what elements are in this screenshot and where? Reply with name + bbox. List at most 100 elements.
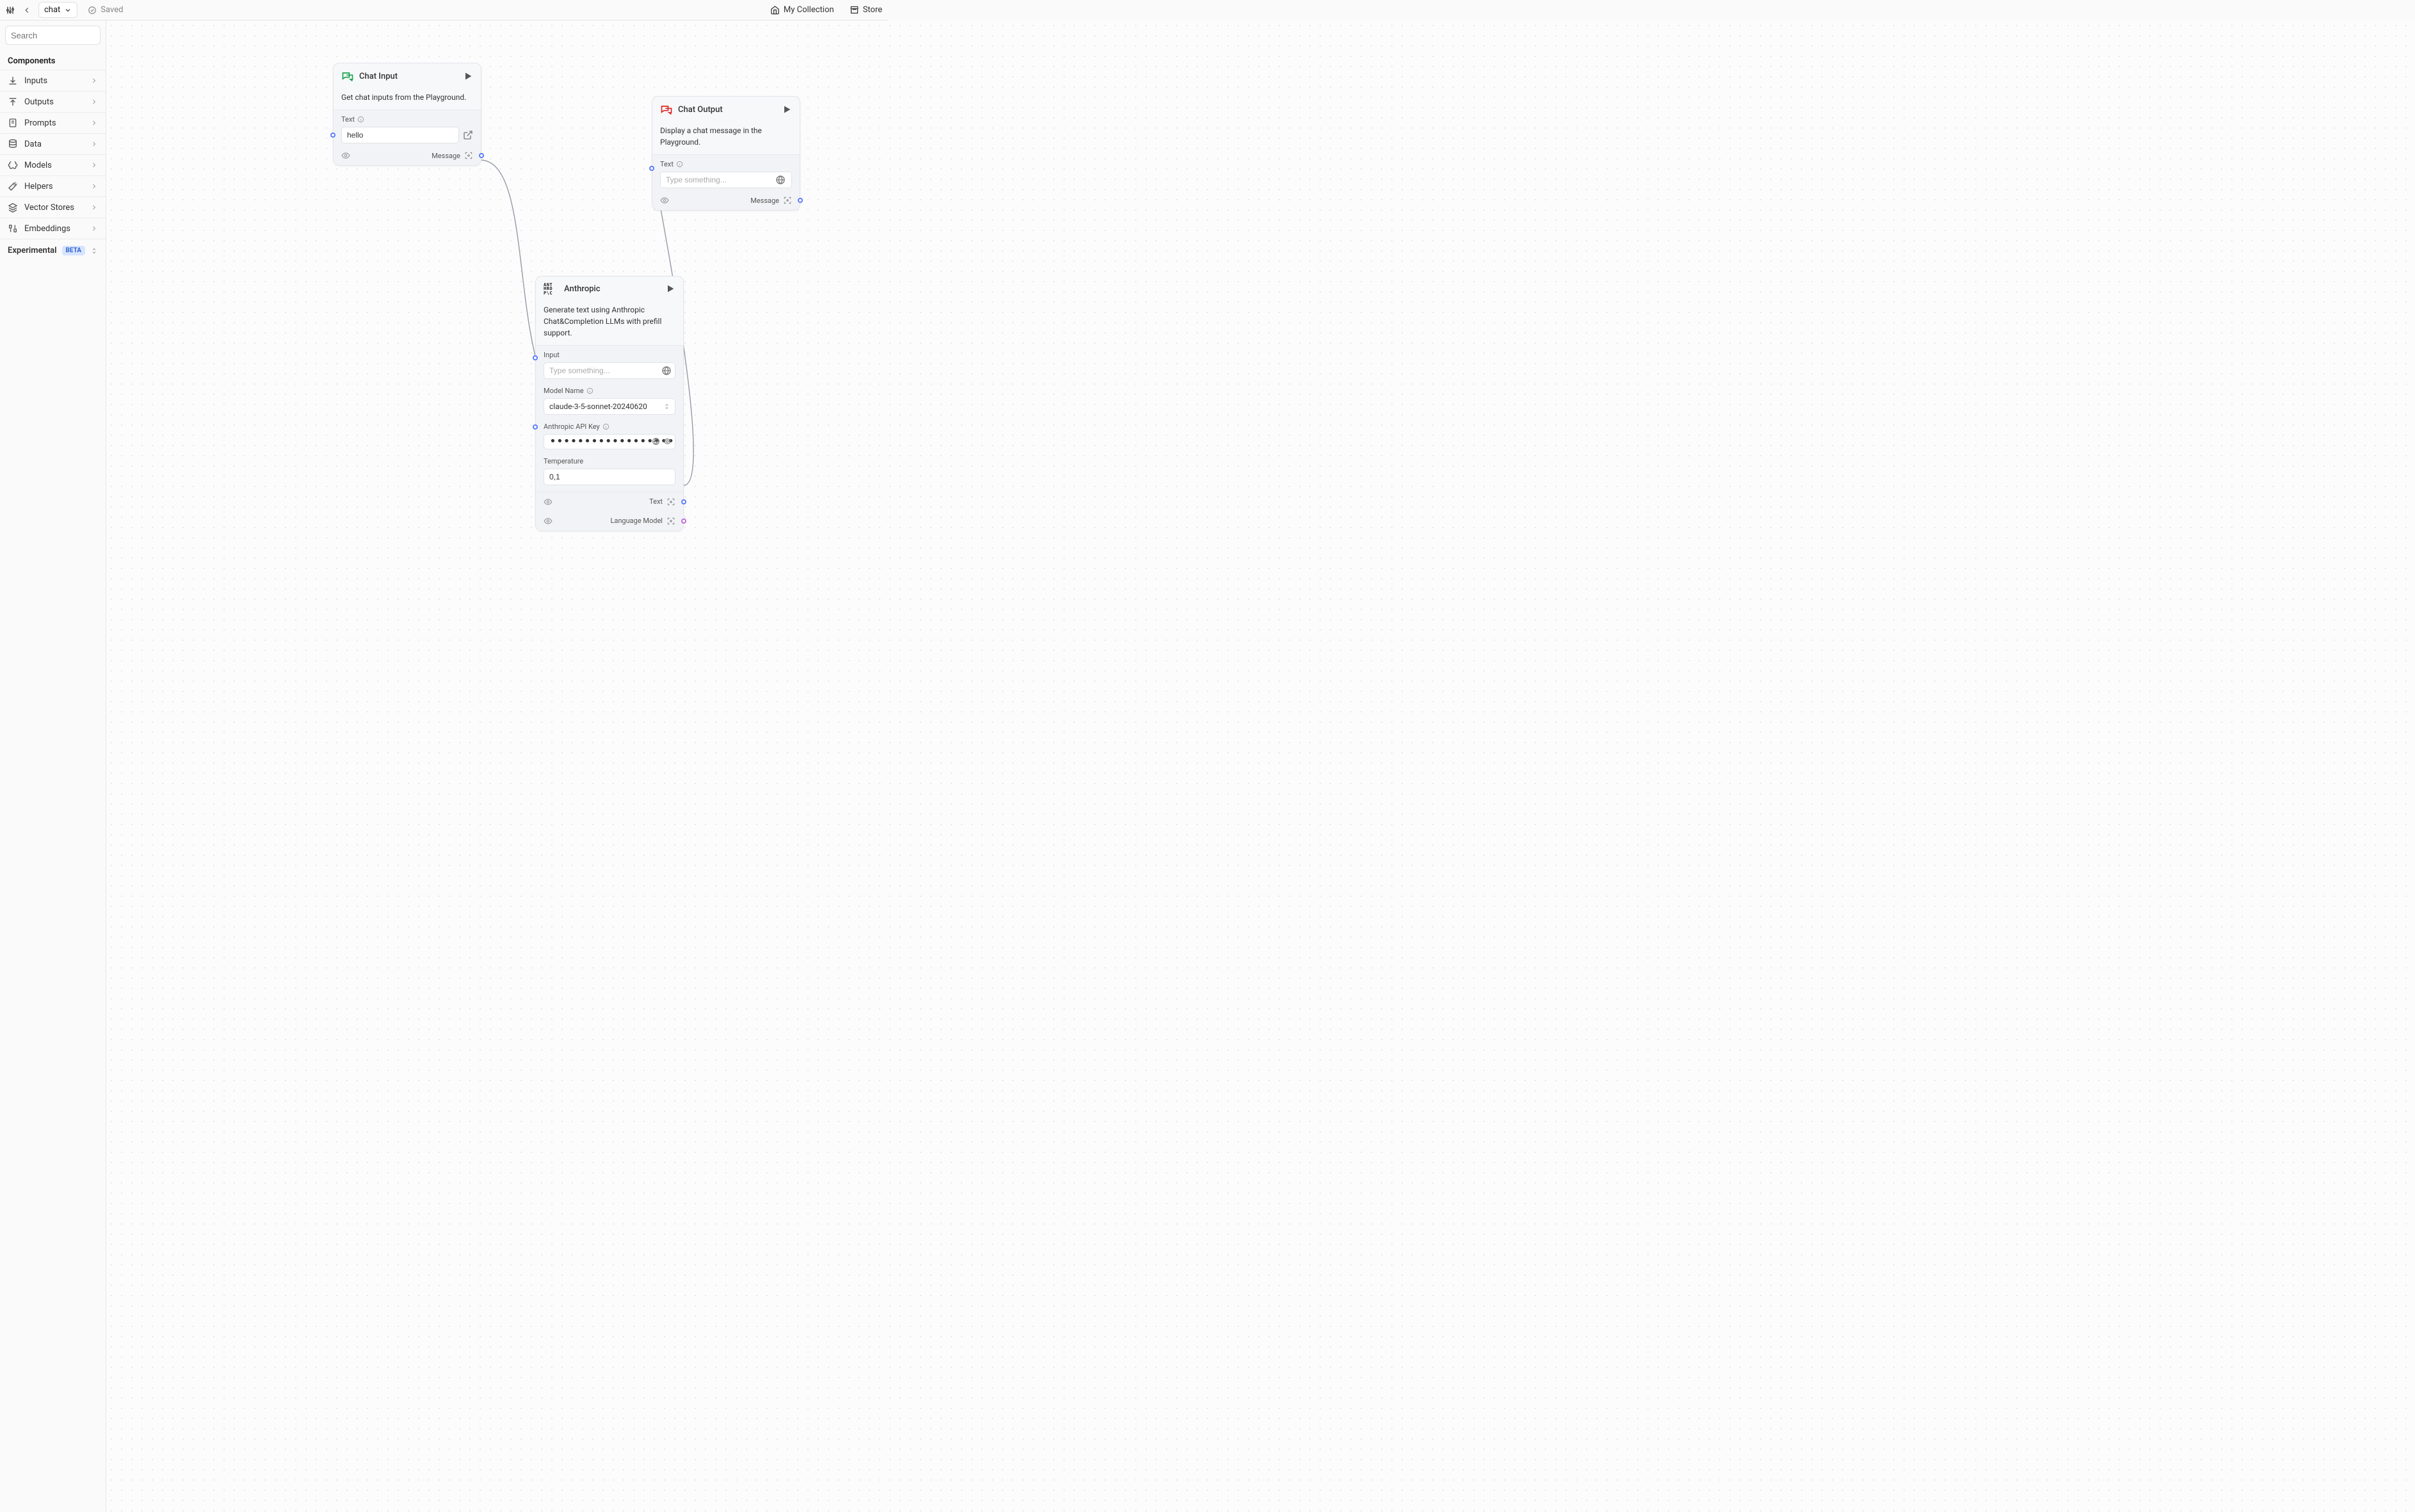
brain-icon [8, 160, 18, 170]
play-icon[interactable] [782, 104, 792, 115]
input-row [544, 362, 675, 379]
sidebar-item-vector-stores[interactable]: Vector Stores [0, 197, 106, 218]
layers-icon [8, 202, 18, 213]
input-port[interactable] [330, 133, 335, 138]
store-icon [850, 5, 859, 15]
edges-layer [106, 20, 2415, 1512]
globe-icon[interactable] [652, 437, 660, 446]
info-icon[interactable] [357, 116, 364, 123]
field-model: Model Name claude-3-5-sonnet-20240620 [536, 382, 683, 417]
my-collection-link[interactable]: My Collection [770, 5, 834, 15]
info-icon[interactable] [602, 423, 610, 430]
sidebar-item-data[interactable]: Data [0, 134, 106, 155]
field-label: Text [660, 160, 792, 168]
select-wrap: claude-3-5-sonnet-20240620 [544, 398, 675, 415]
search-wrap [0, 20, 106, 50]
edge-chatinput-anthropic [480, 160, 535, 356]
sidebar-item-models[interactable]: Models [0, 155, 106, 176]
node-anthropic[interactable]: ANTHROP\C Anthropic Generate text using … [535, 276, 684, 531]
eye-icon[interactable] [663, 437, 672, 446]
sidebar-item-helpers[interactable]: Helpers [0, 176, 106, 197]
sidebar-item-label: Outputs [24, 97, 54, 107]
node-header[interactable]: Chat Output [652, 97, 800, 122]
input-value-input[interactable] [544, 362, 675, 379]
sidebar-item-prompts[interactable]: Prompts [0, 113, 106, 134]
globe-icon[interactable] [775, 175, 786, 185]
output-port-message[interactable] [798, 198, 803, 203]
sidebar-experimental[interactable]: Experimental BETA [0, 239, 106, 262]
temperature-input[interactable] [544, 469, 675, 485]
eye-icon[interactable] [544, 517, 553, 526]
sidebar-item-inputs[interactable]: Inputs [0, 70, 106, 92]
scan-icon[interactable] [666, 497, 675, 506]
eye-icon[interactable] [341, 151, 350, 160]
binary-icon [8, 223, 18, 234]
field-label: Input [544, 351, 675, 359]
node-footer: Message [652, 191, 800, 210]
field-input: Input [536, 346, 683, 382]
sidebar-item-embeddings[interactable]: Embeddings [0, 218, 106, 239]
input-row [341, 127, 473, 143]
saved-label: Saved [101, 5, 123, 15]
search-box[interactable] [5, 26, 101, 45]
input-port-apikey[interactable] [533, 424, 538, 430]
sidebar-item-outputs[interactable]: Outputs [0, 92, 106, 113]
node-description: Get chat inputs from the Playground. [334, 89, 481, 109]
input-port-input[interactable] [533, 355, 538, 360]
back-button[interactable] [19, 3, 35, 18]
my-collection-label: My Collection [784, 5, 834, 15]
node-footer: Message [334, 146, 481, 165]
info-icon[interactable] [676, 161, 683, 168]
text-value-input[interactable] [341, 127, 459, 143]
eye-icon[interactable] [660, 196, 669, 205]
input-port-text[interactable] [649, 166, 654, 171]
model-select[interactable]: claude-3-5-sonnet-20240620 [544, 398, 675, 415]
output-port-text[interactable] [681, 499, 686, 504]
scan-icon[interactable] [783, 196, 792, 205]
output-label: Language Model [610, 517, 663, 525]
play-icon[interactable] [463, 71, 473, 81]
chevron-right-icon [90, 161, 98, 169]
sort-icon [90, 247, 98, 255]
sidebar: Components Inputs Outputs Prompts Data M… [0, 20, 106, 1512]
chevron-right-icon [90, 98, 98, 106]
anthropic-logo-icon: ANTHROP\C [544, 283, 559, 295]
external-link-icon[interactable] [463, 130, 473, 140]
node-chat-output[interactable]: Chat Output Display a chat message in th… [652, 96, 800, 211]
field-label: Model Name [544, 387, 675, 395]
node-body: Text Message [652, 154, 800, 210]
node-header[interactable]: Chat Input [334, 63, 481, 89]
scan-icon[interactable] [666, 517, 675, 526]
node-chat-input[interactable]: Chat Input Get chat inputs from the Play… [333, 63, 481, 166]
text-value-input[interactable] [660, 172, 792, 188]
scan-icon[interactable] [464, 151, 473, 160]
sidebar-item-label: Vector Stores [24, 203, 74, 213]
chevron-right-icon [90, 225, 98, 232]
wand-icon [8, 181, 18, 191]
topbar-right: My Collection Store [770, 5, 882, 15]
chat-output-icon [660, 103, 673, 116]
eye-icon[interactable] [544, 497, 553, 506]
canvas[interactable]: Chat Input Get chat inputs from the Play… [106, 20, 2415, 1512]
output-label: Message [750, 197, 779, 205]
download-icon [8, 76, 18, 86]
store-link[interactable]: Store [850, 5, 882, 15]
node-header[interactable]: ANTHROP\C Anthropic [536, 277, 683, 302]
play-icon[interactable] [665, 284, 675, 294]
node-title: Anthropic [564, 284, 660, 294]
sidebar-item-label: Helpers [24, 182, 53, 191]
project-dropdown[interactable]: chat [38, 2, 77, 18]
sidebar-item-label: Data [24, 140, 42, 149]
field-label: Text [341, 115, 473, 124]
components-section-title: Components [0, 50, 106, 70]
globe-icon[interactable] [661, 366, 672, 376]
input-row [660, 172, 792, 188]
node-description: Display a chat message in the Playground… [652, 122, 800, 154]
field-apikey: Anthropic API Key ••••••••••••••••••••••… [536, 417, 683, 452]
store-label: Store [863, 5, 882, 15]
output-port-language-model[interactable] [681, 519, 686, 524]
node-title: Chat Input [359, 72, 458, 81]
sidebar-item-label: Embeddings [24, 224, 70, 234]
info-icon[interactable] [586, 387, 594, 394]
output-port-message[interactable] [479, 153, 484, 158]
